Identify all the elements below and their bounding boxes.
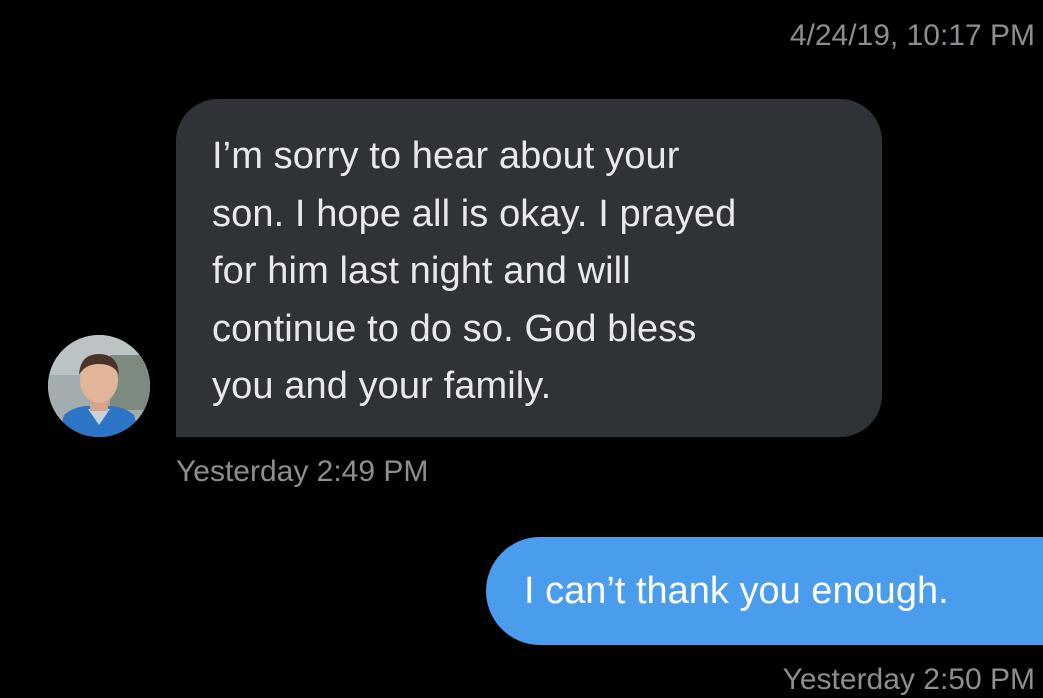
received-message-line: I’m sorry to hear about your xyxy=(212,135,680,177)
received-message-line: continue to do so. God bless xyxy=(212,307,697,350)
received-message-timestamp: Yesterday 2:49 PM xyxy=(176,455,429,488)
received-message-line: you and your family. xyxy=(212,365,552,407)
sender-avatar[interactable] xyxy=(48,335,150,437)
conversation-timestamp: 4/24/19, 10:17 PM xyxy=(789,19,1035,52)
avatar-photo-icon xyxy=(48,335,150,437)
sent-message-timestamp: Yesterday 2:50 PM xyxy=(782,663,1035,696)
sent-message-bubble[interactable]: I can’t thank you enough. xyxy=(486,537,1043,645)
received-message-bubble[interactable]: I’m sorry to hear about your son. I hope… xyxy=(176,99,882,437)
sent-message-text: I can’t thank you enough. xyxy=(524,569,949,612)
received-message-line: son. I hope all is okay. I prayed xyxy=(212,192,737,235)
received-message-line: for him last night and will xyxy=(212,250,631,292)
